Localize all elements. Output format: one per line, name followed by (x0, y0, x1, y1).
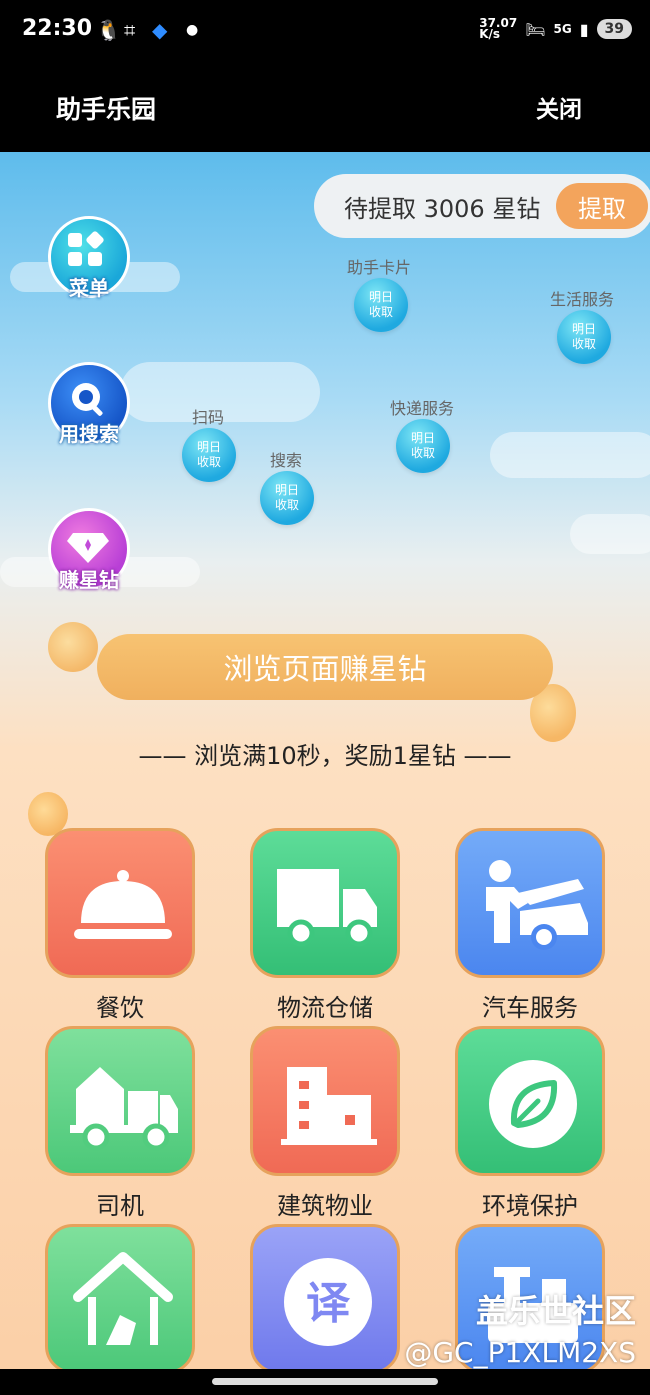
building-icon (281, 1067, 377, 1145)
app-notification-icon: 🐧 (96, 18, 121, 42)
nav-notification-icon: ◆ (152, 18, 168, 42)
status-right: 37.07 K/s 🛏 5G ▮ 39 (479, 16, 632, 41)
coin-decoration (48, 622, 98, 672)
battery-indicator: 39 (596, 19, 632, 39)
pending-diamonds-bar: 待提取 3006 星钻 提取 (314, 174, 650, 238)
menu-button-label: 菜单 (69, 276, 109, 300)
tile-label: 物流仓储 (277, 994, 373, 1022)
bubble-label: 快递服务 (390, 399, 455, 418)
tile-label: 汽车服务 (482, 994, 578, 1022)
search-feature-label: 用搜索 (59, 422, 119, 446)
truck-icon (277, 869, 377, 947)
collect-bubble[interactable]: 明日 收取 (396, 419, 450, 473)
status-time: 22:30 (22, 16, 93, 41)
tile-construction[interactable] (250, 1026, 400, 1176)
title-bar: 助手乐园 关闭 (0, 62, 650, 152)
page-title: 助手乐园 (56, 95, 157, 124)
collect-bubble[interactable]: 明日 收取 (260, 471, 314, 525)
tile-driver[interactable] (45, 1026, 195, 1176)
status-bar: 22:30 🐧 ⌗ ◆ ● 37.07 K/s 🛏 5G ▮ 39 (0, 0, 650, 62)
collect-bubble[interactable]: 明日 收取 (354, 278, 408, 332)
tile-translation[interactable]: 译 (250, 1224, 400, 1374)
svg-text:译: 译 (306, 1278, 351, 1329)
signal-label: 5G (553, 22, 572, 36)
nav-bar (0, 1369, 650, 1395)
pending-diamonds-text: 待提取 3006 星钻 (344, 194, 541, 223)
close-button[interactable]: 关闭 (536, 90, 582, 124)
cloud-decoration (490, 432, 650, 478)
cloud-decoration (570, 514, 650, 554)
tile-catering[interactable] (45, 828, 195, 978)
search-feature-button[interactable]: 用搜索 (48, 362, 130, 446)
tile-logistics[interactable] (250, 828, 400, 978)
tile-label: 环境保护 (482, 1192, 578, 1220)
car-repair-icon (486, 860, 588, 950)
browse-earn-button[interactable]: 浏览页面赚星钻 (97, 634, 553, 700)
watermark-title: 盖乐世社区 (475, 1292, 636, 1330)
main-content: 待提取 3006 星钻 提取 菜单 用搜索 赚星钻 助手卡片 明日 收取 生活服… (0, 152, 650, 1395)
net-speed: 37.07 K/s (479, 16, 518, 41)
tile-housekeeping[interactable] (45, 1224, 195, 1374)
scan-notification-icon: ⌗ (124, 18, 136, 42)
earn-diamonds-label: 赚星钻 (59, 568, 119, 592)
collect-bubble[interactable]: 明日 收取 (182, 428, 236, 482)
dot-icon: ● (186, 22, 199, 38)
home-gesture-handle[interactable] (212, 1378, 438, 1385)
tile-label: 司机 (96, 1192, 144, 1220)
bubble-label: 助手卡片 (347, 258, 412, 277)
leaf-icon (489, 1060, 577, 1148)
tile-label: 餐饮 (96, 994, 144, 1022)
tile-car-service[interactable] (455, 828, 605, 978)
food-cloche-icon (74, 870, 172, 939)
moving-truck-icon (70, 1067, 178, 1151)
bubble-label: 扫码 (192, 408, 225, 427)
sleep-icon: 🛏 (525, 19, 546, 39)
bubble-label: 搜索 (270, 451, 303, 470)
bubble-label: 生活服务 (550, 290, 615, 309)
earn-diamonds-button[interactable]: 赚星钻 (48, 508, 130, 592)
watermark-user: @GC_P1XLM2XS (404, 1336, 636, 1369)
menu-button[interactable]: 菜单 (48, 216, 130, 300)
tile-label: 建筑物业 (277, 1192, 373, 1220)
tile-environment[interactable] (455, 1026, 605, 1176)
collect-bubble[interactable]: 明日 收取 (557, 310, 611, 364)
house-cleaning-icon (73, 1252, 173, 1345)
extract-button[interactable]: 提取 (556, 183, 648, 229)
translate-icon: 译 (284, 1258, 372, 1346)
reward-hint: —— 浏览满10秒，奖励1星钻 —— (138, 742, 512, 770)
signal-bars-icon: ▮ (579, 19, 589, 39)
